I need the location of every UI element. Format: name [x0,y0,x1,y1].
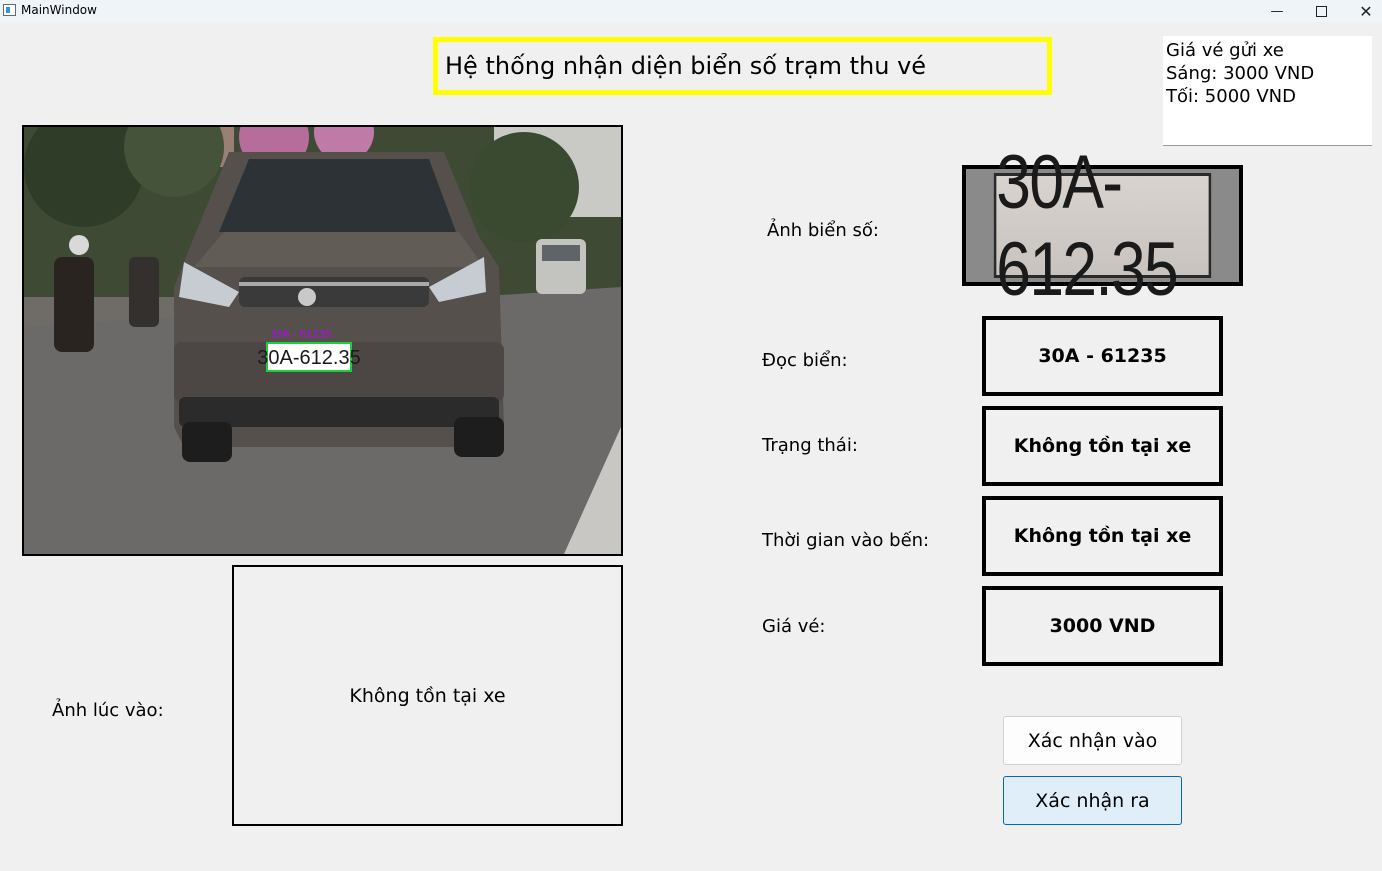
camera-detection-label: 30A - 61235 [270,329,331,340]
maximize-icon [1315,5,1327,17]
plate-crop-text: 30A-612.35 [993,140,1212,312]
entry-image-box: Không tồn tại xe [232,565,623,826]
entry-image-label: Ảnh lúc vào: [52,700,164,721]
title-bar: MainWindow — ✕ [0,0,1382,22]
price-value-box: 3000 VND [982,586,1223,666]
entry-time-value: Không tồn tại xe [1013,525,1192,547]
price-info-night: Tối: 5000 VND [1166,86,1296,107]
maximize-button[interactable] [1298,0,1344,22]
minimize-button[interactable]: — [1254,0,1300,22]
confirm-in-button[interactable]: Xác nhận vào [1003,716,1182,765]
minimize-icon: — [1270,3,1284,19]
page-title: Hệ thống nhận diện biển số trạm thu vé [433,37,1052,95]
camera-plate-text: 30A-612.35 [257,347,360,369]
app-icon [3,4,16,16]
price-value: 3000 VND [1049,615,1156,637]
read-plate-value-box: 30A - 61235 [982,316,1223,396]
status-label: Trạng thái: [762,435,858,456]
close-icon: ✕ [1359,1,1373,21]
read-plate-value: 30A - 61235 [1038,345,1167,367]
camera-image: 30A-612.35 30A - 61235 [22,125,623,556]
window-title: MainWindow [21,3,97,17]
entry-time-value-box: Không tồn tại xe [982,496,1223,576]
page-title-text: Hệ thống nhận diện biển số trạm thu vé [445,52,927,80]
price-info-day: Sáng: 3000 VND [1166,63,1315,84]
status-value-box: Không tồn tại xe [982,406,1223,486]
close-button[interactable]: ✕ [1343,0,1382,22]
read-plate-label: Đọc biển: [762,350,848,371]
entry-image-placeholder: Không tồn tại xe [349,685,506,707]
price-info-panel: Giá vé gửi xe Sáng: 3000 VND Tối: 5000 V… [1163,36,1372,146]
plate-crop-image: 30A-612.35 [962,140,1243,312]
status-value: Không tồn tại xe [1013,435,1192,457]
price-label: Giá vé: [762,616,826,637]
plate-image-label: Ảnh biển số: [767,220,879,241]
price-info-heading: Giá vé gửi xe [1166,40,1284,61]
confirm-out-button[interactable]: Xác nhận ra [1003,776,1182,825]
entry-time-label: Thời gian vào bến: [762,530,930,551]
